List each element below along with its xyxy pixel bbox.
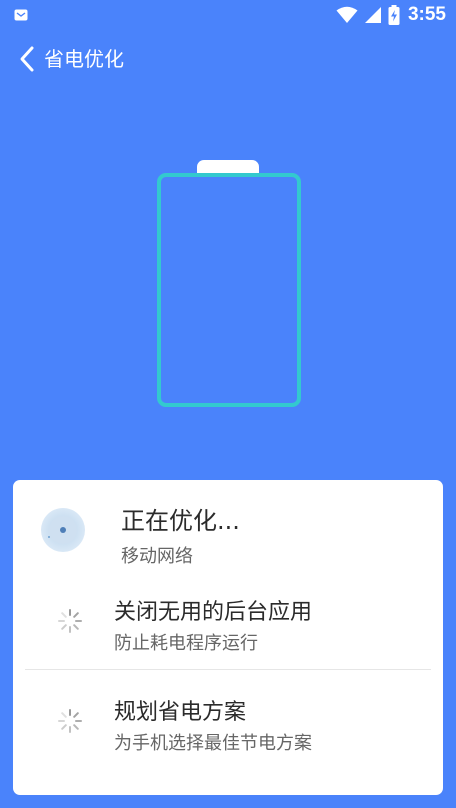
chevron-left-icon[interactable] [18,45,38,73]
optimization-status-subtitle: 移动网络 [121,546,193,567]
notification-icon [14,9,28,21]
status-icons: 3:55 [336,4,446,26]
task-title: 关闭无用的后台应用 [114,600,313,625]
optimization-status-title: 正在优化... [121,507,240,535]
task-item: 规划省电方案 为手机选择最佳节电方案 [13,692,443,772]
page-title: 省电优化 [44,47,124,71]
task-description: 为手机选择最佳节电方案 [114,733,312,754]
task-item: 关闭无用的后台应用 防止耗电程序运行 [13,592,443,672]
status-bar: 3:55 [0,0,456,30]
task-description: 防止耗电程序运行 [114,633,258,654]
app-bar: 省电优化 [0,40,456,80]
battery-outline [157,173,301,407]
task-title: 规划省电方案 [114,700,247,725]
wifi-icon [336,6,358,23]
loading-spinner-icon [58,609,82,633]
status-time: 3:55 [407,4,446,25]
loading-spinner-icon [58,709,82,733]
scanning-icon [41,508,85,552]
divider [25,669,431,670]
cell-signal-icon [364,7,381,23]
battery-charging-icon [388,5,400,25]
optimization-card: 正在优化... 移动网络 关闭无用的后台应用 防止耗电程序运行 规划省电方案 为… [13,480,443,795]
